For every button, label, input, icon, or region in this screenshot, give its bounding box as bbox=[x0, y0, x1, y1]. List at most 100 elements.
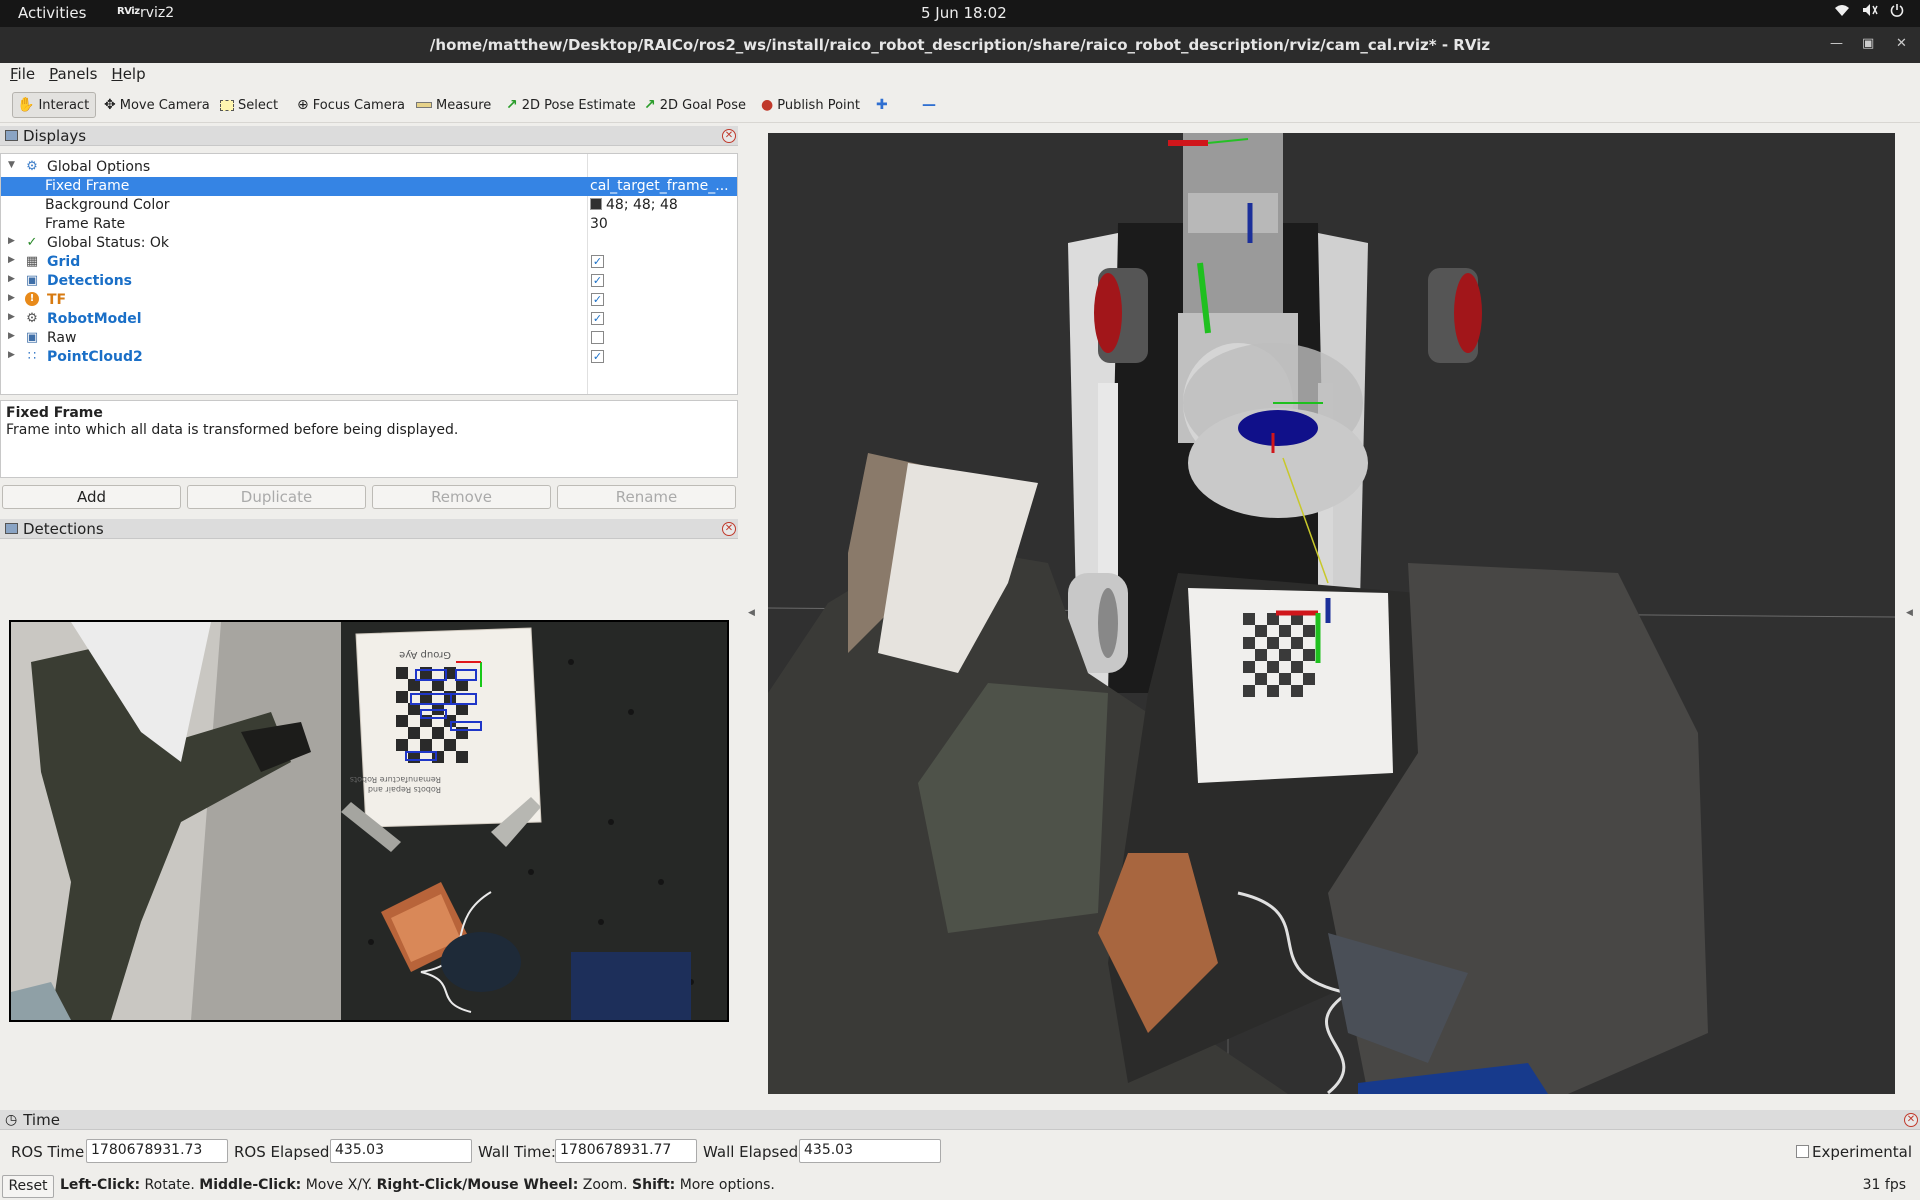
ros-elapsed-field[interactable]: 435.03 bbox=[330, 1139, 472, 1163]
tree-row-frame-rate[interactable]: Frame Rate 30 bbox=[1, 215, 737, 234]
map-pin-icon: ● bbox=[761, 97, 774, 113]
detections-checkbox[interactable]: ✓ bbox=[591, 274, 604, 287]
tool-publish-point[interactable]: ● Publish Point bbox=[757, 92, 864, 118]
select-icon bbox=[220, 99, 234, 111]
experimental-label: Experimental bbox=[1812, 1143, 1913, 1161]
displays-panel-header[interactable]: Displays ✕ bbox=[0, 126, 738, 146]
collapse-arrow-icon[interactable]: ▶ bbox=[8, 331, 15, 341]
detections-panel-title: Detections bbox=[23, 519, 104, 538]
pose-arrow-icon: ↗ bbox=[506, 97, 518, 113]
experimental-checkbox[interactable] bbox=[1796, 1145, 1809, 1158]
tree-row-global-options[interactable]: ▼ ⚙ Global Options bbox=[1, 158, 737, 177]
tool-2d-goal-pose[interactable]: ↗ 2D Goal Pose bbox=[640, 92, 750, 118]
property-help-box: Fixed Frame Frame into which all data is… bbox=[0, 400, 738, 478]
collapse-arrow-icon[interactable]: ▶ bbox=[8, 274, 15, 284]
robotmodel-checkbox[interactable]: ✓ bbox=[591, 312, 604, 325]
tool-select[interactable]: Select bbox=[216, 92, 282, 118]
tree-row-tf[interactable]: ▶ ! TF ✓ bbox=[1, 291, 737, 310]
tool-move-camera[interactable]: ✥ Move Camera bbox=[100, 92, 214, 118]
image-icon: ▣ bbox=[25, 330, 39, 345]
monitor-icon bbox=[5, 130, 18, 141]
displays-tree[interactable]: ▼ ⚙ Global Options Fixed Frame cal_targe… bbox=[0, 153, 738, 395]
minus-icon: — bbox=[922, 97, 936, 113]
add-display-button[interactable]: Add bbox=[2, 485, 181, 509]
help-title: Fixed Frame bbox=[6, 405, 103, 421]
app-name[interactable]: rviz2 bbox=[140, 5, 174, 21]
gear-icon: ⚙ bbox=[26, 159, 38, 174]
focus-camera-icon: ⊕ bbox=[297, 97, 309, 113]
ros-elapsed-label: ROS Elapsed: bbox=[234, 1143, 335, 1161]
tool-2d-pose-estimate[interactable]: ↗ 2D Pose Estimate bbox=[502, 92, 640, 118]
collapse-arrow-icon[interactable]: ▶ bbox=[8, 236, 15, 246]
add-tool-button[interactable]: ✚ bbox=[872, 92, 892, 118]
robot-icon: ⚙ bbox=[26, 311, 38, 326]
ros-time-label: ROS Time: bbox=[11, 1143, 90, 1161]
tool-measure[interactable]: Measure bbox=[412, 92, 495, 118]
remove-display-button[interactable]: Remove bbox=[372, 485, 551, 509]
collapse-arrow-icon[interactable]: ▶ bbox=[8, 293, 15, 303]
expand-arrow-icon[interactable]: ▼ bbox=[8, 160, 15, 170]
detections-camera-image[interactable]: Group Aye Robots Repair and Remanufactur… bbox=[9, 620, 729, 1022]
background-color-value[interactable]: 48; 48; 48 bbox=[590, 197, 678, 213]
detections-panel-header[interactable]: Detections ✕ bbox=[0, 519, 738, 539]
tree-row-pointcloud2[interactable]: ▶ ∷ PointCloud2 ✓ bbox=[1, 348, 737, 367]
menu-panels[interactable]: Panels bbox=[49, 63, 97, 86]
system-top-bar: Activities RViz rviz2 5 Jun 18:02 bbox=[0, 0, 1920, 27]
clock[interactable]: 5 Jun 18:02 bbox=[921, 4, 1007, 22]
tree-row-background-color[interactable]: Background Color 48; 48; 48 bbox=[1, 196, 737, 215]
window-title: /home/matthew/Desktop/RAICo/ros2_ws/inst… bbox=[429, 36, 1491, 54]
activities-button[interactable]: Activities bbox=[18, 4, 86, 22]
tree-row-robotmodel[interactable]: ▶ ⚙ RobotModel ✓ bbox=[1, 310, 737, 329]
grid-checkbox[interactable]: ✓ bbox=[591, 255, 604, 268]
tree-row-raw[interactable]: ▶ ▣ Raw bbox=[1, 329, 737, 348]
menu-help[interactable]: Help bbox=[111, 63, 145, 86]
pointcloud2-checkbox[interactable]: ✓ bbox=[591, 350, 604, 363]
rename-display-button[interactable]: Rename bbox=[557, 485, 736, 509]
wall-elapsed-label: Wall Elapsed: bbox=[703, 1143, 804, 1161]
minimize-icon[interactable]: — bbox=[1830, 36, 1843, 51]
collapse-arrow-icon[interactable]: ▶ bbox=[8, 312, 15, 322]
wall-time-label: Wall Time: bbox=[478, 1143, 556, 1161]
volume-icon[interactable] bbox=[1862, 3, 1878, 21]
wifi-icon[interactable] bbox=[1834, 3, 1850, 21]
fixed-frame-value[interactable]: cal_target_frame_... bbox=[590, 178, 729, 194]
image-icon: ▣ bbox=[25, 273, 39, 288]
tf-checkbox[interactable]: ✓ bbox=[591, 293, 604, 306]
remove-tool-button[interactable]: — bbox=[918, 92, 940, 118]
menu-file[interactable]: File bbox=[10, 63, 35, 86]
collapse-right-panel-icon[interactable]: ◀ bbox=[1906, 608, 1913, 618]
tree-row-detections[interactable]: ▶ ▣ Detections ✓ bbox=[1, 272, 737, 291]
ros-time-field[interactable]: 1780678931.73 bbox=[86, 1139, 228, 1163]
tool-interact[interactable]: ✋ Interact bbox=[12, 92, 96, 118]
time-panel-header[interactable]: ◷ Time ✕ bbox=[0, 1110, 1920, 1130]
frame-rate-value[interactable]: 30 bbox=[590, 216, 608, 232]
tree-row-fixed-frame[interactable]: Fixed Frame cal_target_frame_... bbox=[1, 177, 737, 196]
mouse-hint-text: Left-Click: Rotate. Middle-Click: Move X… bbox=[60, 1177, 775, 1193]
system-tray[interactable] bbox=[1834, 3, 1904, 21]
render-viewport-3d[interactable] bbox=[768, 133, 1895, 1094]
collapse-left-panel-icon[interactable]: ◀ bbox=[748, 608, 755, 618]
collapse-arrow-icon[interactable]: ▶ bbox=[8, 350, 15, 360]
window-title-bar[interactable]: /home/matthew/Desktop/RAICo/ros2_ws/inst… bbox=[0, 27, 1920, 63]
tree-row-global-status[interactable]: ▶ ✓ Global Status: Ok bbox=[1, 234, 737, 253]
wall-time-field[interactable]: 1780678931.77 bbox=[555, 1139, 697, 1163]
reset-button[interactable]: Reset bbox=[2, 1175, 54, 1198]
help-description: Frame into which all data is transformed… bbox=[6, 422, 459, 438]
plus-icon: ✚ bbox=[876, 97, 888, 113]
wall-elapsed-field[interactable]: 435.03 bbox=[799, 1139, 941, 1163]
maximize-icon[interactable]: ▣ bbox=[1862, 36, 1874, 51]
tool-focus-camera[interactable]: ⊕ Focus Camera bbox=[293, 92, 409, 118]
move-camera-icon: ✥ bbox=[104, 97, 116, 113]
close-panel-icon[interactable]: ✕ bbox=[722, 129, 736, 143]
power-icon[interactable] bbox=[1890, 3, 1904, 21]
tree-row-grid[interactable]: ▶ ▦ Grid ✓ bbox=[1, 253, 737, 272]
close-panel-icon[interactable]: ✕ bbox=[722, 522, 736, 536]
duplicate-display-button[interactable]: Duplicate bbox=[187, 485, 366, 509]
warning-icon: ! bbox=[25, 292, 39, 306]
close-panel-icon[interactable]: ✕ bbox=[1904, 1113, 1918, 1127]
grid-icon: ▦ bbox=[25, 254, 39, 269]
ruler-icon bbox=[416, 102, 432, 108]
close-icon[interactable]: ✕ bbox=[1896, 36, 1907, 51]
collapse-arrow-icon[interactable]: ▶ bbox=[8, 255, 15, 265]
raw-checkbox[interactable] bbox=[591, 331, 604, 344]
